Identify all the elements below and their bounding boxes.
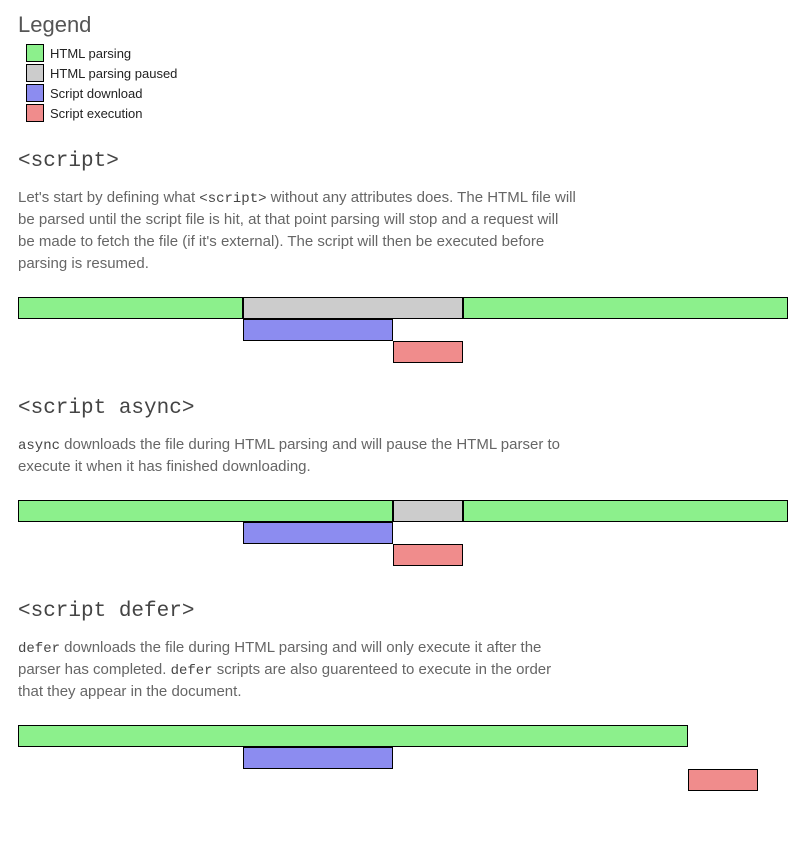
legend-item: HTML parsing paused <box>26 64 783 82</box>
legend-item: HTML parsing <box>26 44 783 62</box>
body-text: downloads the file during HTML parsing a… <box>18 436 560 475</box>
section-body: defer downloads the file during HTML par… <box>18 637 578 703</box>
section-heading: <script defer> <box>18 600 783 623</box>
legend-label: Script download <box>50 86 143 101</box>
diagram-bar-download <box>243 319 393 341</box>
diagram-bar-parsing <box>463 500 788 522</box>
section-heading: <script async> <box>18 397 783 420</box>
legend-list: HTML parsing HTML parsing paused Script do… <box>26 44 783 122</box>
legend-label: Script execution <box>50 106 143 121</box>
timing-diagram <box>18 297 788 369</box>
diagram-bar-parsing <box>18 500 393 522</box>
diagram-bar-parsing <box>18 297 243 319</box>
legend-swatch-parsing <box>26 44 44 62</box>
legend-title: Legend <box>18 12 783 38</box>
diagram-bar-paused <box>393 500 463 522</box>
inline-code: defer <box>18 641 60 657</box>
legend-label: HTML parsing paused <box>50 66 177 81</box>
legend-swatch-paused <box>26 64 44 82</box>
inline-code: defer <box>171 663 213 679</box>
diagram-bar-parsing <box>18 725 688 747</box>
diagram-bar-paused <box>243 297 463 319</box>
body-text: Let's start by defining what <box>18 189 199 206</box>
diagram-bar-execution <box>393 544 463 566</box>
section-heading: <script> <box>18 150 783 173</box>
diagram-bar-parsing <box>463 297 788 319</box>
diagram-bar-execution <box>393 341 463 363</box>
legend-swatch-execution <box>26 104 44 122</box>
diagram-bar-execution <box>688 769 758 791</box>
section-body: Let's start by defining what <script> wi… <box>18 187 578 275</box>
legend-item: Script execution <box>26 104 783 122</box>
section-body: async downloads the file during HTML par… <box>18 434 578 478</box>
diagram-bar-download <box>243 747 393 769</box>
legend-swatch-download <box>26 84 44 102</box>
legend-label: HTML parsing <box>50 46 131 61</box>
inline-code: async <box>18 438 60 454</box>
diagram-bar-download <box>243 522 393 544</box>
timing-diagram <box>18 500 788 572</box>
inline-code: <script> <box>199 191 266 207</box>
timing-diagram <box>18 725 788 797</box>
legend-item: Script download <box>26 84 783 102</box>
